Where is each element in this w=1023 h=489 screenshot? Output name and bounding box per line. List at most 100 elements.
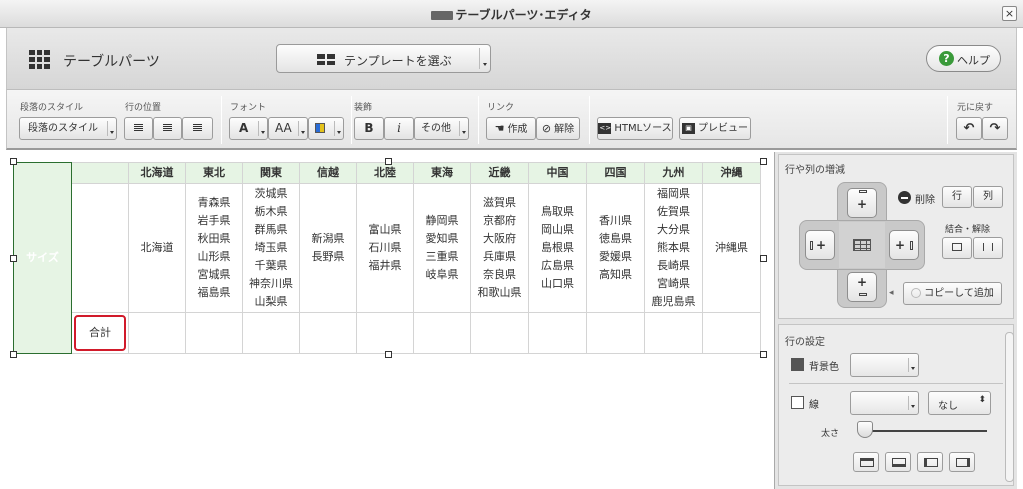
column-header-cell[interactable]: 北海道	[128, 162, 186, 184]
align-left-icon	[134, 124, 143, 132]
panel-scrollbar[interactable]	[1005, 332, 1014, 482]
corner-cell[interactable]	[71, 162, 129, 184]
editable-table[interactable]: サイズ 北海道 東北 関東 信越 北陸 東海 近畿 中国 四国 九州 沖縄 北海道 青森県 岩手県 秋田県…	[13, 162, 761, 354]
resize-handle[interactable]	[760, 255, 767, 262]
close-icon[interactable]: ×	[1002, 6, 1017, 21]
copy-add-button[interactable]: コピーして追加	[903, 282, 1002, 305]
resize-handle[interactable]	[760, 351, 767, 358]
table-cell[interactable]	[356, 312, 414, 354]
column-header-cell[interactable]: 沖縄	[702, 162, 761, 184]
table-cell[interactable]	[413, 312, 471, 354]
align-center-button[interactable]	[153, 117, 182, 140]
help-button[interactable]: ? ヘルプ	[926, 45, 1001, 72]
merge-cells-button[interactable]	[942, 237, 972, 259]
row-label-cell[interactable]	[71, 183, 129, 313]
resize-handle[interactable]	[760, 158, 767, 165]
chevron-down-icon	[334, 121, 342, 136]
table-cell[interactable]: 青森県 岩手県 秋田県 山形県 宮城県 福島県	[185, 183, 243, 313]
arrow-left-icon: ◂	[889, 288, 894, 298]
column-header-cell[interactable]: 東海	[413, 162, 471, 184]
font-size-dropdown[interactable]: A	[229, 117, 268, 140]
merge-label: 結合・解除	[945, 225, 991, 235]
column-header-cell[interactable]: 九州	[644, 162, 703, 184]
table-cell[interactable]: 香川県 徳島県 愛媛県 高知県	[586, 183, 645, 313]
line-checkbox[interactable]	[791, 396, 804, 409]
create-link-button[interactable]: ☚ 作成	[486, 117, 536, 140]
delete-row-button[interactable]: 行	[942, 186, 972, 208]
thickness-slider-track[interactable]	[859, 430, 987, 432]
split-cells-button[interactable]	[973, 237, 1003, 259]
resize-handle[interactable]	[385, 351, 392, 358]
table-cell[interactable]	[702, 312, 761, 354]
code-icon: <>	[598, 122, 612, 134]
table-cell[interactable]: 滋賀県 京都府 大阪府 兵庫県 奈良県 和歌山県	[470, 183, 529, 313]
add-row-below-button[interactable]: +	[847, 272, 877, 302]
table-icon	[853, 239, 871, 251]
table-cell[interactable]	[299, 312, 357, 354]
other-decoration-dropdown[interactable]: その他	[414, 117, 469, 140]
resize-handle[interactable]	[10, 255, 17, 262]
line-color-dropdown[interactable]	[850, 391, 919, 415]
table-cell[interactable]	[242, 312, 300, 354]
plus-icon: +	[856, 275, 868, 289]
resize-handle[interactable]	[10, 158, 17, 165]
formatting-toolbar: 段落のスタイル 行の位置 フォント 装飾 リンク 元に戻す 段落のスタイル A …	[6, 90, 1017, 150]
background-color-dropdown[interactable]	[850, 353, 919, 377]
table-cell[interactable]	[644, 312, 703, 354]
font-color-dropdown[interactable]	[308, 117, 344, 140]
table-cell[interactable]: 富山県 石川県 福井県	[356, 183, 414, 313]
add-col-left-button[interactable]: +	[805, 230, 835, 260]
paragraph-style-dropdown[interactable]: 段落のスタイル	[19, 117, 117, 140]
column-header-cell[interactable]: 近畿	[470, 162, 529, 184]
table-cell[interactable]	[185, 312, 243, 354]
border-bottom-button[interactable]	[885, 452, 911, 472]
column-header-cell[interactable]: 中国	[528, 162, 587, 184]
table-cell[interactable]: 静岡県 愛知県 三重県 岐阜県	[413, 183, 471, 313]
undo-button[interactable]: ↶	[956, 117, 982, 140]
add-col-right-button[interactable]: +	[889, 230, 919, 260]
toolbar-divider	[947, 96, 948, 144]
add-row-above-button[interactable]: +	[847, 188, 877, 218]
total-cell[interactable]: 合計	[71, 312, 129, 354]
table-cell[interactable]	[586, 312, 645, 354]
column-header-cell[interactable]: 四国	[586, 162, 645, 184]
table-cell[interactable]: 新潟県 長野県	[299, 183, 357, 313]
delete-col-button[interactable]: 列	[973, 186, 1003, 208]
table-cell[interactable]	[470, 312, 529, 354]
table-cell[interactable]: 北海道	[128, 183, 186, 313]
choose-template-button[interactable]: テンプレートを選ぶ	[276, 44, 491, 73]
italic-button[interactable]: i	[384, 117, 414, 140]
border-left-button[interactable]	[917, 452, 943, 472]
column-header-cell[interactable]: 関東	[242, 162, 300, 184]
border-top-button[interactable]	[853, 452, 879, 472]
table-cell[interactable]: 茨城県 栃木県 群馬県 埼玉県 千葉県 神奈川県 山梨県	[242, 183, 300, 313]
table-cell[interactable]: 鳥取県 岡山県 島根県 広島県 山口県	[528, 183, 587, 313]
border-bottom-icon	[892, 458, 906, 467]
font-resize-dropdown[interactable]: AA	[268, 117, 308, 140]
align-left-button[interactable]	[124, 117, 153, 140]
window-titlebar: テーブルパーツ･エディタ ×	[0, 0, 1023, 28]
align-right-button[interactable]	[182, 117, 213, 140]
background-color-swatch	[791, 358, 804, 371]
table-cell[interactable]: 福岡県 佐賀県 大分県 熊本県 長崎県 宮崎県 鹿児島県	[644, 183, 703, 313]
remove-link-button[interactable]: ⊘ 解除	[536, 117, 580, 140]
bold-button[interactable]: B	[354, 117, 384, 140]
line-style-select[interactable]: なし ⬍	[928, 391, 991, 415]
column-header-cell[interactable]: 北陸	[356, 162, 414, 184]
column-header-cell[interactable]: 東北	[185, 162, 243, 184]
side-header-cell[interactable]: サイズ	[13, 162, 72, 354]
resize-handle[interactable]	[385, 158, 392, 165]
border-left-icon	[924, 458, 938, 467]
redo-button[interactable]: ↷	[982, 117, 1008, 140]
html-source-button[interactable]: <> HTMLソース	[597, 117, 673, 140]
table-cell[interactable]: 沖縄県	[702, 183, 761, 313]
preview-button[interactable]: ▣ プレビュー	[679, 117, 751, 140]
plus-icon: +	[856, 197, 868, 211]
table-cell[interactable]	[528, 312, 587, 354]
template-icon	[317, 54, 335, 65]
table-cell[interactable]	[128, 312, 186, 354]
border-right-button[interactable]	[949, 452, 975, 472]
resize-handle[interactable]	[10, 351, 17, 358]
thickness-slider-thumb[interactable]	[857, 421, 873, 438]
column-header-cell[interactable]: 信越	[299, 162, 357, 184]
